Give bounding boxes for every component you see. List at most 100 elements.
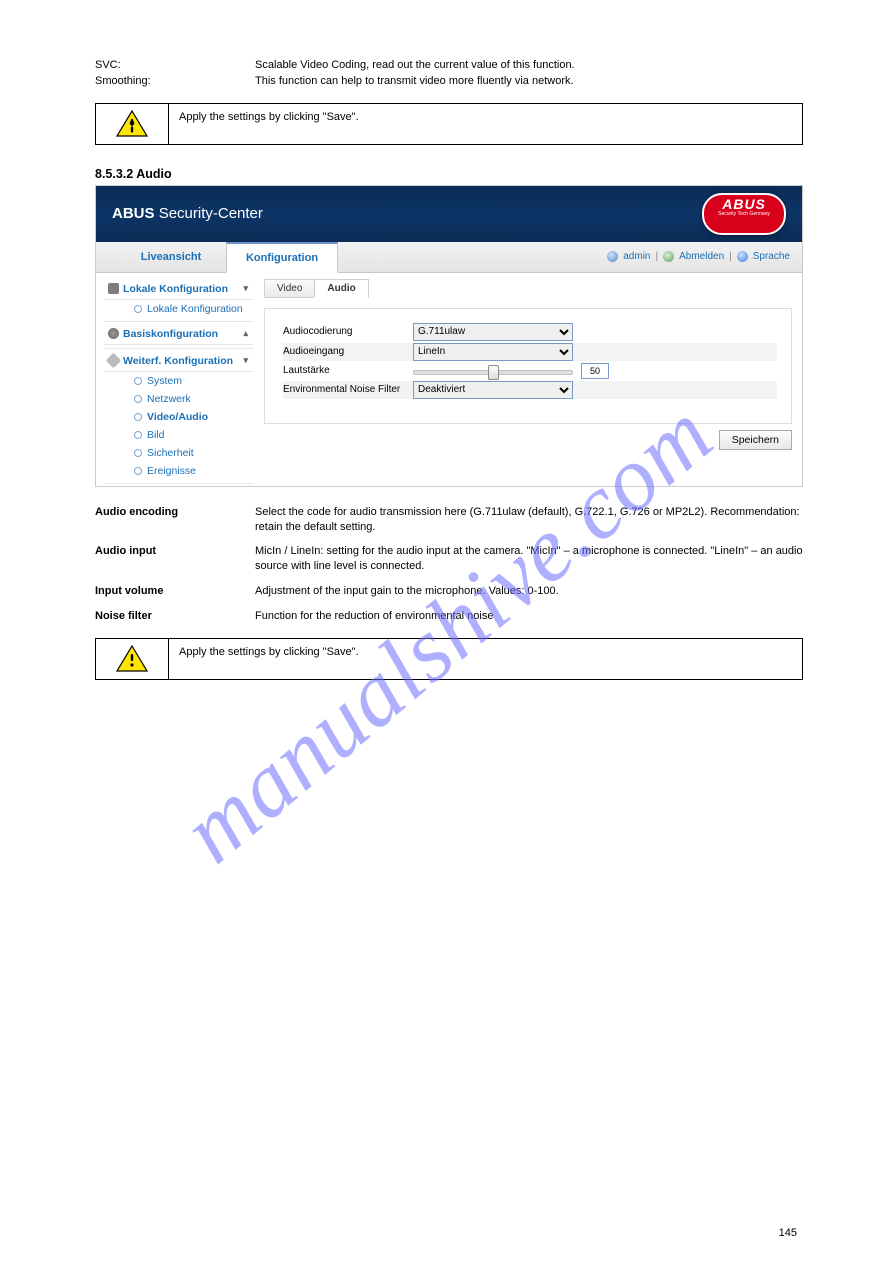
subtab-video[interactable]: Video: [264, 279, 315, 298]
bullet-icon: [134, 431, 142, 439]
save-bar: Speichern: [264, 430, 792, 450]
audio-desc-section: Audio encoding Select the code for audio…: [95, 505, 803, 624]
note-icon-cell-2: [96, 639, 169, 679]
note-2-text: Apply the settings by clicking "Save".: [169, 639, 802, 679]
desc-audioin-value: MicIn / LineIn: setting for the audio in…: [255, 544, 803, 574]
sidebar-local-label: Lokale Konfiguration: [123, 283, 228, 295]
warning-icon: [116, 110, 148, 138]
page-number: 145: [779, 1227, 797, 1239]
row-audioenc: Audiocodierung G.711ulaw: [283, 323, 777, 341]
app-banner: ABUS Security-Center ABUS Security Tech …: [96, 186, 802, 242]
svc-row: SVC: Scalable Video Coding, read out the…: [95, 58, 803, 73]
sidebar-item-events[interactable]: Ereignisse: [104, 462, 254, 480]
sidebar-item-label: System: [147, 375, 182, 387]
subtab-row: Video Audio: [264, 279, 792, 298]
sidebar-item-system[interactable]: System: [104, 372, 254, 390]
volume-slider[interactable]: [413, 364, 573, 378]
sidebar-item-label: Netzwerk: [147, 393, 191, 405]
row-noise: Environmental Noise Filter Deaktiviert: [283, 381, 777, 399]
sidebar-item-network[interactable]: Netzwerk: [104, 390, 254, 408]
pre-table: SVC: Scalable Video Coding, read out the…: [95, 58, 803, 89]
sidebar-item-label: Sicherheit: [147, 447, 194, 459]
desc-volume: Input volume Adjustment of the input gai…: [95, 584, 803, 599]
svc-label: SVC:: [95, 58, 255, 73]
slider-thumb[interactable]: [488, 365, 499, 380]
app-body: Lokale Konfiguration ▾ Lokale Konfigurat…: [96, 273, 802, 486]
main-tabbar: Liveansicht Konfiguration admin | Abmeld…: [96, 242, 802, 273]
desc-noise-value: Function for the reduction of environmen…: [255, 609, 803, 624]
sidebar-item-label: Bild: [147, 429, 165, 441]
globe-icon: [737, 251, 748, 262]
sidebar-item-label: Ereignisse: [147, 465, 196, 477]
desc-volume-label: Input volume: [95, 584, 255, 599]
svc-value: Scalable Video Coding, read out the curr…: [255, 58, 803, 73]
audioenc-select[interactable]: G.711ulaw: [413, 323, 573, 341]
banner-title: ABUS Security-Center: [112, 205, 263, 222]
note-1-text: Apply the settings by clicking "Save".: [169, 104, 802, 144]
wrench-icon: [106, 353, 122, 369]
sidebar-item-label: Video/Audio: [147, 411, 208, 423]
sidebar-local-sub[interactable]: Lokale Konfiguration: [104, 300, 254, 318]
audioin-select[interactable]: LineIn: [413, 343, 573, 361]
logo-subtext: Security Tech Germany: [718, 211, 770, 217]
desc-audioin: Audio input MicIn / LineIn: setting for …: [95, 544, 803, 574]
sidebar-local-config[interactable]: Lokale Konfiguration ▾: [104, 279, 254, 300]
desc-audioenc-label: Audio encoding: [95, 505, 255, 535]
gear-icon: [108, 328, 119, 339]
bullet-icon: [134, 377, 142, 385]
audioin-label: Audioeingang: [283, 346, 413, 357]
desc-noise-label: Noise filter: [95, 609, 255, 624]
desc-audioenc: Audio encoding Select the code for audio…: [95, 505, 803, 535]
sidebar-item-security[interactable]: Sicherheit: [104, 444, 254, 462]
sidebar-basic-label: Basiskonfiguration: [123, 328, 218, 340]
smoothing-label: Smoothing:: [95, 74, 255, 89]
user-link[interactable]: admin: [623, 251, 650, 262]
audioenc-label: Audiocodierung: [283, 326, 413, 337]
toolbar-right: admin | Abmelden | Sprache: [607, 242, 790, 272]
desc-audioenc-value: Select the code for audio transmission h…: [255, 505, 803, 535]
monitor-icon: [108, 283, 119, 294]
smoothing-row: Smoothing: This function can help to tra…: [95, 74, 803, 89]
sidebar-advanced[interactable]: Weiterf. Konfiguration ▾: [104, 351, 254, 372]
sidebar-adv-label: Weiterf. Konfiguration: [123, 355, 233, 367]
language-link[interactable]: Sprache: [753, 251, 790, 262]
logo-text: ABUS: [718, 197, 770, 211]
sidebar-item-videoaudio[interactable]: Video/Audio: [104, 408, 254, 426]
banner-brand: ABUS: [112, 205, 155, 222]
save-button[interactable]: Speichern: [719, 430, 792, 450]
noise-select[interactable]: Deaktiviert: [413, 381, 573, 399]
row-audioin: Audioeingang LineIn: [283, 343, 777, 361]
tab-liveview[interactable]: Liveansicht: [116, 242, 226, 272]
content-pane: Video Audio Audiocodierung G.711ulaw Aud…: [254, 273, 802, 486]
sidebar-item-image[interactable]: Bild: [104, 426, 254, 444]
noise-label: Environmental Noise Filter: [283, 384, 413, 395]
bullet-icon: [134, 449, 142, 457]
desc-audioin-label: Audio input: [95, 544, 255, 574]
volume-label: Lautstärke: [283, 365, 413, 376]
tab-configuration[interactable]: Konfiguration: [226, 242, 338, 273]
form-panel: Audiocodierung G.711ulaw Audioeingang Li…: [264, 308, 792, 424]
bullet-icon: [134, 467, 142, 475]
user-icon: [607, 251, 618, 262]
banner-subtitle: Security-Center: [159, 205, 263, 222]
subtab-audio[interactable]: Audio: [314, 279, 368, 298]
smoothing-value: This function can help to transmit video…: [255, 74, 803, 89]
volume-value: 50: [581, 363, 609, 379]
chevron-up-icon: ▴: [243, 328, 248, 339]
chevron-down-icon: ▾: [243, 283, 248, 294]
row-volume: Lautstärke 50: [283, 363, 777, 379]
bullet-icon: [134, 413, 142, 421]
sidebar-basic[interactable]: Basiskonfiguration ▴: [104, 324, 254, 345]
screenshot: ABUS Security-Center ABUS Security Tech …: [95, 185, 803, 487]
bullet-icon: [134, 305, 142, 313]
note-box-2: Apply the settings by clicking "Save".: [95, 638, 803, 680]
note-box-1: Apply the settings by clicking "Save".: [95, 103, 803, 145]
bullet-icon: [134, 395, 142, 403]
note-icon-cell: [96, 104, 169, 144]
logout-link[interactable]: Abmelden: [679, 251, 724, 262]
abus-logo: ABUS Security Tech Germany: [702, 193, 786, 235]
chevron-down-icon: ▾: [243, 355, 248, 366]
section-heading: 8.5.3.2 Audio: [95, 167, 803, 181]
logout-icon: [663, 251, 674, 262]
desc-volume-value: Adjustment of the input gain to the micr…: [255, 584, 803, 599]
